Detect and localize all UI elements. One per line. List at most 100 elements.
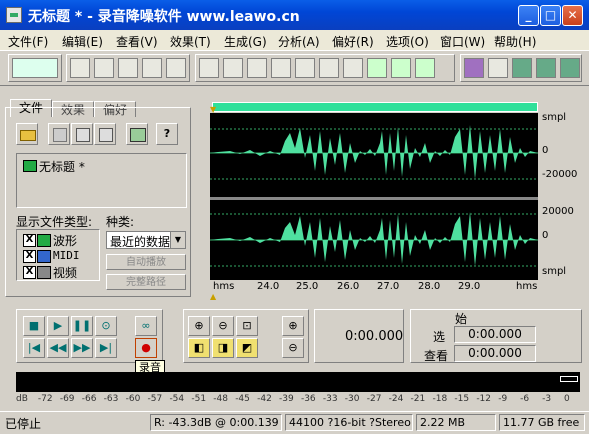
view-start-field[interactable]: 0:00.000 [454,345,536,362]
channel-right[interactable] [210,200,538,280]
menu-effects[interactable]: 效果(T) [170,33,211,50]
trim-icon[interactable] [391,58,411,78]
help-icon[interactable]: ? [156,123,178,145]
autoplay-icon[interactable] [126,123,148,145]
selection-label: 选 [433,330,446,344]
view-start-value: 0:00.000 [468,346,522,360]
cut-icon[interactable] [319,58,339,78]
meter-tick: dB [16,394,28,404]
selection-start-value: 0:00.000 [468,327,522,341]
play-to-end-button[interactable]: ⊙ [95,316,117,336]
type-midi-label: MIDI [53,249,80,262]
fast-forward-button[interactable]: ▶▶ [71,338,93,358]
toolbar-group-file [66,54,190,82]
spectral-view-icon[interactable] [464,58,484,78]
time-tick: 29.0 [458,281,481,292]
video-checkbox[interactable]: X [23,266,36,279]
time-ruler[interactable]: hms 24.0 25.0 26.0 27.0 28.0 29.0 hms [210,280,538,294]
undo-icon[interactable] [199,58,219,78]
zoom-left-icon[interactable]: ◧ [188,338,210,358]
file-list[interactable]: 无标题 * [16,153,187,208]
zoom-out-icon[interactable]: ⊖ [212,316,234,336]
zoom-selection-icon[interactable]: ◩ [236,338,258,358]
kind-select[interactable]: 最近的数据 ▼ [106,231,186,249]
waveform-editor: ▼ smpl 0 -20000 20000 0 smpl hms 24.0 25… [210,86,588,301]
full-path-button[interactable]: 完整路径 [106,274,186,290]
chevron-down-icon[interactable]: ▼ [170,232,185,248]
channel-left[interactable] [210,113,538,197]
video-type-icon [37,266,51,279]
meter-tick: -66 [81,394,97,404]
status-bar: 已停止 R: -43.3dB @ 0:00.139 44100 ?16-bit … [0,411,589,434]
mix-paste-icon[interactable] [367,58,387,78]
meter-scale: dB -72 -69 -66 -63 -60 -57 -54 -51 -48 -45 -42 -39 -3… [16,394,580,406]
open-folder-icon[interactable] [16,123,38,145]
zoom-out-vertical-icon[interactable]: ⊖ [282,338,304,358]
scale-tick: 0 [542,230,549,241]
copy-new-icon[interactable] [295,58,315,78]
menu-generate[interactable]: 生成(G) [224,33,267,50]
level-meter [16,372,580,392]
play-button[interactable]: ▶ [47,316,69,336]
menu-options[interactable]: 选项(O) [386,33,429,50]
auto-play-button[interactable]: 自动播放 [106,254,186,270]
time-tick: 27.0 [377,281,400,292]
meter-tick: -12 [476,394,492,404]
copy-icon[interactable] [271,58,291,78]
save-as-icon[interactable] [142,58,162,78]
meter-tick: -39 [279,394,294,404]
type-filter-box: X 波形 X MIDI X 视频 [16,229,100,281]
paste-icon[interactable] [343,58,363,78]
overview-bar[interactable] [212,102,538,112]
multitrack-view-icon[interactable] [12,58,58,78]
close-file-icon[interactable] [48,123,70,145]
save-icon[interactable] [118,58,138,78]
menu-window[interactable]: 窗口(W) [440,33,485,50]
menu-file[interactable]: 文件(F) [8,33,48,50]
zoom-in-icon[interactable]: ⊕ [188,316,210,336]
frequency-icon[interactable] [488,58,508,78]
menu-analyze[interactable]: 分析(A) [278,33,320,50]
meter-tick: -15 [454,394,470,404]
menu-prefs[interactable]: 偏好(R) [332,33,374,50]
stats-icon[interactable] [536,58,556,78]
menu-view[interactable]: 查看(V) [116,33,158,50]
record-button[interactable]: ● [135,338,157,358]
zoom-full-icon[interactable]: ⊡ [236,316,258,336]
marker-bottom-icon[interactable]: ▲ [210,292,216,301]
midi-checkbox[interactable]: X [23,250,36,263]
zoom-right-icon[interactable]: ◨ [212,338,234,358]
go-to-end-button[interactable]: ▶| [95,338,117,358]
status-free: 11.77 GB free [499,414,585,431]
app-icon[interactable] [6,7,22,23]
insert-icon[interactable] [71,123,93,145]
new-file-icon[interactable] [70,58,90,78]
pause-button[interactable]: ❚❚ [71,316,93,336]
midi-type-icon [37,250,51,263]
open-folder-icon[interactable] [94,58,114,78]
scale-tick: 0 [542,145,549,156]
marker-list-icon[interactable] [560,58,580,78]
rewind-button[interactable]: ◀◀ [47,338,69,358]
minimize-button[interactable]: _ [518,5,539,26]
meter-tick: -24 [388,394,404,404]
menu-edit[interactable]: 编辑(E) [62,33,103,50]
repeat-icon[interactable] [247,58,267,78]
close-button[interactable]: ✕ [562,5,583,26]
loop-button[interactable]: ∞ [135,316,157,336]
go-to-start-button[interactable]: |◀ [23,338,45,358]
selection-start-field[interactable]: 0:00.000 [454,326,536,343]
edit-file-icon[interactable] [94,123,116,145]
file-item-label[interactable]: 无标题 * [39,158,85,175]
crop-icon[interactable] [415,58,435,78]
status-state: 已停止 [5,417,42,431]
redo-icon[interactable] [223,58,243,78]
stop-button[interactable]: ■ [23,316,45,336]
zoom-in-vertical-icon[interactable]: ⊕ [282,316,304,336]
waveform-checkbox[interactable]: X [23,234,36,247]
save-all-icon[interactable] [166,58,186,78]
current-time: 0:00.000 [345,329,404,344]
grid-view-icon[interactable] [512,58,532,78]
maximize-button[interactable]: □ [540,5,561,26]
menu-help[interactable]: 帮助(H) [494,33,536,50]
